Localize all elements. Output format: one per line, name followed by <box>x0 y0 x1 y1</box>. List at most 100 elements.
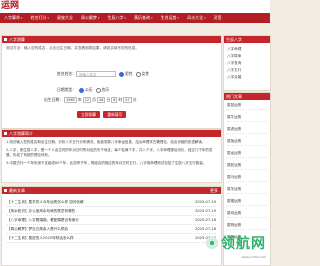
year-unit: 年 <box>77 97 82 102</box>
sidebar-list-item[interactable]: 属蛇运势 <box>227 162 267 170</box>
watermark-url: www.cclmh.com <box>241 255 266 259</box>
main-nav: 八字算命▾ 姓名打分▾ 星座大全 周公解梦▾ 生辰八字▾ 黄历查询▾ 生肖运势▾… <box>0 13 270 23</box>
gender-female-radio[interactable] <box>135 71 141 77</box>
more-link[interactable]: 更多 <box>210 187 218 194</box>
nav-item[interactable]: 生肖运势▾ <box>157 13 184 23</box>
name-row: 姓名姓名： 请输入姓名 男性 女性 <box>57 71 149 77</box>
nav-item[interactable]: 姓名打分▾ <box>27 13 54 23</box>
nav-item-label: 黄历查询 <box>134 15 151 20</box>
name-input[interactable]: 请输入姓名 <box>75 71 116 77</box>
sidebar-link[interactable]: 八字合婚 <box>227 74 267 81</box>
sidebar-link[interactable]: 八字命理 <box>227 46 267 53</box>
article-date: 2025-07-19 <box>195 200 216 204</box>
article-title[interactable]: 【周公解梦】梦见已故亲人是什么预兆 <box>7 226 68 233</box>
article-row[interactable]: 【十二生肖】属鼠的人2025年财运怎么样 2025-07-17 <box>7 235 216 243</box>
sidebar-list-item[interactable]: 属羊运势 <box>227 186 267 194</box>
intro-panel: 八字测算简介 1.测试输入您的姓名和出生日期，分析八字五行分布情况，免费测算八字… <box>1 129 222 183</box>
panel-header: 八字测算 <box>2 36 221 43</box>
form-panel: 八字测算 测试方法：输入您的姓名，点击出生日期，并查看测算结果，请如实填写您的信… <box>1 35 222 129</box>
minute-unit: 分 <box>132 97 137 102</box>
article-date: 2025-07-18 <box>195 227 216 231</box>
day-select[interactable]: 26 <box>96 97 106 103</box>
panel-title: 生辰八字 <box>226 37 242 42</box>
intro-paragraph: 3.中国古代一个年份用干支组成60个年，比如甲子年，再组合的相应的年月日时五行，… <box>6 161 207 165</box>
article-title[interactable]: 【十二生肖】属鼠的人2025年财运怎么样 <box>7 235 74 242</box>
article-row[interactable]: 【周公解梦】梦见已故亲人是什么预兆 2025-07-18 <box>7 226 216 234</box>
nav-item[interactable]: 星座大全 <box>53 13 77 23</box>
day-unit: 日 <box>106 97 111 102</box>
sidebar-list-item[interactable]: 属龙运势 <box>227 150 267 158</box>
chevron-down-icon: ▾ <box>204 16 206 20</box>
nav-item-label: 生肖运势 <box>160 15 177 20</box>
panel-header: 生辰八字 <box>224 36 270 43</box>
nav-item-label: 周公解梦 <box>81 15 98 20</box>
reset-button[interactable]: 重新填写 <box>103 111 127 118</box>
hour-select[interactable]: 8 <box>111 97 118 103</box>
panel-header: 最新文章 更多 <box>2 187 221 194</box>
nav-item-label: 生辰八字 <box>107 15 124 20</box>
gender-female-label: 女性 <box>141 71 150 76</box>
article-date: 2025-07-19 <box>195 209 216 213</box>
year-select[interactable]: 1985 <box>63 97 77 103</box>
intro-paragraph: 1.测试输入您的姓名和出生日期，分析八字五行分布情况，免费测算八字命运信息，结合… <box>6 140 206 144</box>
site-logo[interactable]: 运网 <box>1 1 19 11</box>
submit-button[interactable]: 立即测算 <box>77 111 101 118</box>
chevron-down-icon: ▾ <box>98 16 100 20</box>
minute-select[interactable]: 07 <box>123 97 132 103</box>
gender-male-radio[interactable] <box>118 71 124 77</box>
paw-icon <box>206 237 218 249</box>
date-solar-radio[interactable] <box>78 87 84 93</box>
nav-item-label: 姓名打分 <box>30 15 47 20</box>
watermark: 领航网 www.cclmh.com <box>206 233 266 259</box>
sidebar-list-item[interactable]: 属牛运势 <box>227 114 267 122</box>
form-notice: 测试方法：输入您的姓名，点击出生日期，并查看测算结果，请如实填写您的信息。 <box>6 46 139 50</box>
nav-item-label: 星座大全 <box>57 15 74 20</box>
watermark-text: 领航网 <box>221 236 266 252</box>
sidebar-list-item[interactable]: 属鼠运势 <box>227 102 267 110</box>
nav-item[interactable]: 生辰八字▾ <box>104 13 131 23</box>
sidebar-list-item[interactable]: 属虎运势 <box>227 126 267 134</box>
panel-title: 八字测算简介 <box>9 131 33 136</box>
panel-title: 最新文章 <box>9 188 25 193</box>
nav-item[interactable]: 周公解梦▾ <box>77 13 104 23</box>
nav-item[interactable]: 灵签 <box>210 13 226 23</box>
article-title[interactable]: 【风水知识】办公室风水布局的禁忌有哪些 <box>7 208 75 215</box>
nav-item-label: 灵签 <box>213 15 222 20</box>
article-row[interactable]: 【十二生肖】属羊的人今年运势怎么样 如何化解 2025-07-19 <box>7 199 216 207</box>
sidebar-top-panel: 生辰八字 八字命理 八字算命 八字查询 八字五行 八字合婚 <box>223 35 271 91</box>
panel-header: 八字测算简介 <box>2 130 221 137</box>
article-row[interactable]: 【风水知识】办公室风水布局的禁忌有哪些 2025-07-19 <box>7 208 216 216</box>
panel-title: 八字测算 <box>9 37 25 42</box>
sidebar-list-item[interactable]: 属狗运势 <box>227 222 267 230</box>
sidebar-link[interactable]: 八字算命 <box>227 53 267 60</box>
name-label: 姓名姓名： <box>57 71 76 76</box>
nav-item-label: 八字算命 <box>4 15 20 20</box>
sidebar-link[interactable]: 八字五行 <box>227 67 267 74</box>
form-buttons: 立即测算 重新填写 <box>77 111 129 118</box>
nav-item-label: 风水大全 <box>187 15 204 20</box>
article-row[interactable]: 【八字命理】八字看婚姻，看配偶是否有缘分 2025-07-18 <box>7 217 216 225</box>
nav-item[interactable]: 八字算命▾ <box>0 13 27 23</box>
chevron-down-icon: ▾ <box>151 16 153 20</box>
article-title[interactable]: 【十二生肖】属羊的人今年运势怎么样 如何化解 <box>7 199 84 206</box>
sidebar-list-item[interactable]: 属猴运势 <box>227 198 267 206</box>
sidebar-link[interactable]: 八字查询 <box>227 60 267 67</box>
sidebar-list-item[interactable]: 属鸡运势 <box>227 210 267 218</box>
articles-panel: 最新文章 更多 【十二生肖】属羊的人今年运势怎么样 如何化解 2025-07-19… <box>1 186 222 266</box>
header: 运网 <box>0 0 270 13</box>
gender-male-label: 男性 <box>124 71 133 76</box>
date-lunar-radio[interactable] <box>95 87 101 93</box>
chevron-down-icon: ▾ <box>124 16 127 20</box>
nav-item[interactable]: 风水大全▾ <box>183 13 210 23</box>
date-type-label: 日期类型： <box>57 87 76 92</box>
sidebar-list-item[interactable]: 属兔运势 <box>227 138 267 146</box>
nav-item[interactable]: 黄历查询▾ <box>130 13 157 23</box>
intro-paragraph: 2.八字，即生辰八字，是一个人出生时的年月日时所对应的天干地支，每个柱两个字，共… <box>6 148 213 157</box>
article-title[interactable]: 【八字命理】八字看婚姻，看配偶是否有缘分 <box>7 217 79 224</box>
square-icon <box>4 38 7 41</box>
birth-row: 出生日期： 1985 年 12 月 26 日 8时 07 分 <box>44 97 137 103</box>
month-select[interactable]: 12 <box>82 97 92 103</box>
date-type-row: 日期类型： 公历 农历 <box>57 87 109 93</box>
panel-title: 热门文章 <box>226 94 242 99</box>
sidebar-list-item[interactable]: 属马运势 <box>227 174 267 182</box>
